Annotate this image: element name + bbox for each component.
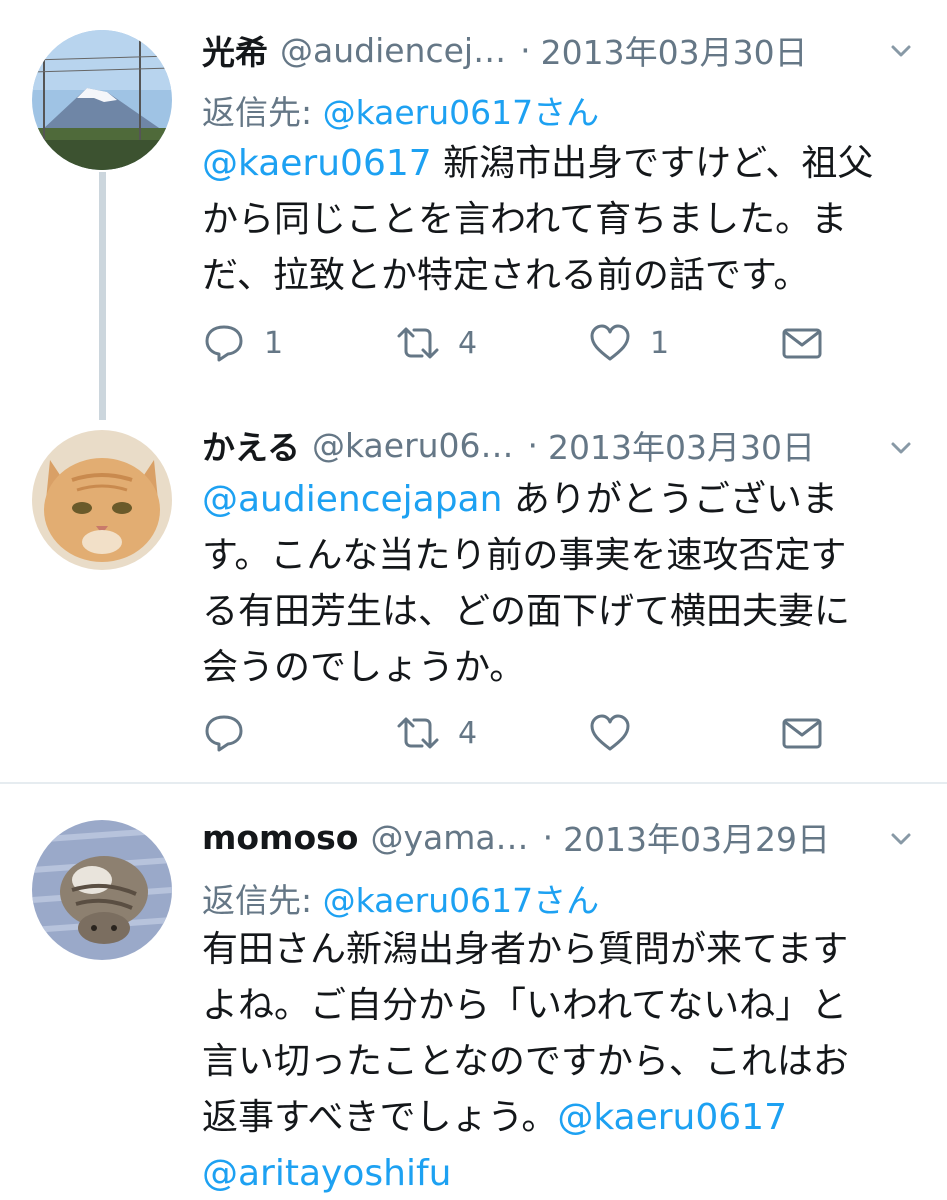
- orange-cat-avatar-image: [32, 430, 172, 570]
- reply-to-user-link[interactable]: @kaeru0617さん: [323, 881, 600, 920]
- separator-dot: ·: [527, 425, 539, 465]
- user-handle[interactable]: @kaeru06…: [312, 426, 514, 465]
- envelope-icon: [782, 328, 822, 359]
- text-segment: 新潟市出身ですけど、祖父: [431, 143, 874, 184]
- chevron-down-icon[interactable]: [886, 433, 916, 463]
- text-segment: ありがとうございま: [502, 479, 838, 520]
- tweet-text: @kaeru0617 新潟市出身ですけど、祖父 から同じことを言われて育ちました…: [202, 136, 922, 304]
- mention-link[interactable]: @kaeru0617: [202, 143, 432, 184]
- tweet-date[interactable]: 2013年03月30日: [548, 421, 815, 469]
- tweet-date[interactable]: 2013年03月30日: [541, 26, 808, 74]
- envelope-icon: [782, 718, 822, 749]
- tabby-cat-avatar-image: [32, 820, 172, 960]
- display-name[interactable]: 光希: [202, 26, 268, 74]
- reply-button[interactable]: [202, 708, 264, 758]
- tweet-actions: 1 4 1: [202, 318, 842, 368]
- avatar[interactable]: [32, 430, 172, 570]
- tweet-date[interactable]: 2013年03月29日: [563, 813, 830, 861]
- mount-fuji-avatar-image: [32, 30, 172, 170]
- tweet-text: 有田さん新潟出身者から質問が来てます よね。ご自分から「いわれてないね」と 言い…: [202, 922, 922, 1200]
- reply-to-label: 返信先:: [202, 881, 313, 920]
- text-segment: 返事すべきでしょう。: [202, 1097, 558, 1138]
- reply-icon: [205, 325, 243, 362]
- tweet-actions: 4: [202, 708, 842, 758]
- text-line: から同じことを言われて育ちました。ま: [202, 199, 848, 240]
- tweet-text: @audiencejapan ありがとうございま す。こんな当たり前の事実を速攻…: [202, 472, 922, 696]
- tweet-header: かえる @kaeru06… · 2013年03月30日: [202, 420, 922, 470]
- reply-icon: [205, 715, 243, 752]
- display-name[interactable]: かえる: [202, 421, 300, 469]
- text-line: 会うのでしょうか。: [202, 647, 526, 688]
- mention-link[interactable]: @kaeru0617: [557, 1097, 787, 1138]
- user-handle[interactable]: @audiencej…: [280, 31, 506, 70]
- retweet-icon: [397, 327, 439, 359]
- reply-to-line: 返信先: @kaeru0617さん: [202, 874, 599, 922]
- text-line: 有田さん新潟出身者から質問が来てます: [202, 929, 849, 970]
- text-line: @kaeru0617 新潟市出身ですけど、祖父: [202, 136, 922, 192]
- reply-count: 1: [264, 325, 284, 361]
- reply-to-user-link[interactable]: @kaeru0617さん: [323, 93, 600, 132]
- avatar[interactable]: [32, 820, 172, 960]
- chevron-down-icon[interactable]: [886, 36, 916, 66]
- reply-to-line: 返信先: @kaeru0617さん: [202, 86, 599, 134]
- retweet-icon: [397, 717, 439, 749]
- text-line: だ、拉致とか特定される前の話です。: [202, 255, 810, 296]
- text-line: す。こんな当たり前の事実を速攻否定す: [202, 535, 847, 576]
- heart-icon: [590, 324, 630, 361]
- tweet-2[interactable]: かえる @kaeru06… · 2013年03月30日 @audiencejap…: [0, 400, 947, 782]
- reply-to-label: 返信先:: [202, 93, 313, 132]
- display-name[interactable]: momoso: [202, 818, 358, 857]
- mention-link[interactable]: @audiencejapan: [202, 479, 502, 520]
- direct-message-button[interactable]: [780, 318, 824, 368]
- separator-dot: ·: [520, 30, 531, 70]
- text-line: 言い切ったことなのですから、これはお: [202, 1041, 849, 1082]
- direct-message-button[interactable]: [780, 708, 824, 758]
- avatar[interactable]: [32, 30, 172, 170]
- tweet-3[interactable]: momoso @yama… · 2013年03月29日 返信先: @kaeru0…: [0, 784, 947, 1200]
- text-line: る有田芳生は、どの面下げて横田夫妻に: [202, 591, 851, 632]
- like-button[interactable]: [588, 708, 650, 758]
- retweet-button[interactable]: 4: [396, 708, 477, 758]
- tweet-header: momoso @yama… · 2013年03月29日: [202, 812, 922, 862]
- like-count: 1: [650, 325, 670, 361]
- text-line: よね。ご自分から「いわれてないね」と: [202, 985, 848, 1026]
- separator-dot: ·: [542, 817, 554, 857]
- like-button[interactable]: 1: [588, 318, 669, 368]
- reply-button[interactable]: 1: [202, 318, 283, 368]
- tweet-header: 光希 @audiencej… · 2013年03月30日: [202, 25, 922, 75]
- chevron-down-icon[interactable]: [886, 824, 916, 854]
- retweet-button[interactable]: 4: [396, 318, 477, 368]
- tweet-1[interactable]: 光希 @audiencej… · 2013年03月30日 返信先: @kaeru…: [0, 0, 947, 400]
- retweet-count: 4: [458, 715, 478, 751]
- text-line: @audiencejapan ありがとうございま: [202, 472, 922, 528]
- heart-icon: [590, 714, 630, 751]
- mention-link[interactable]: @aritayoshifu: [202, 1153, 451, 1194]
- user-handle[interactable]: @yama…: [370, 818, 528, 857]
- retweet-count: 4: [458, 325, 478, 361]
- text-line: @aritayoshifu: [202, 1146, 922, 1200]
- text-line: 返事すべきでしょう。@kaeru0617: [202, 1090, 922, 1146]
